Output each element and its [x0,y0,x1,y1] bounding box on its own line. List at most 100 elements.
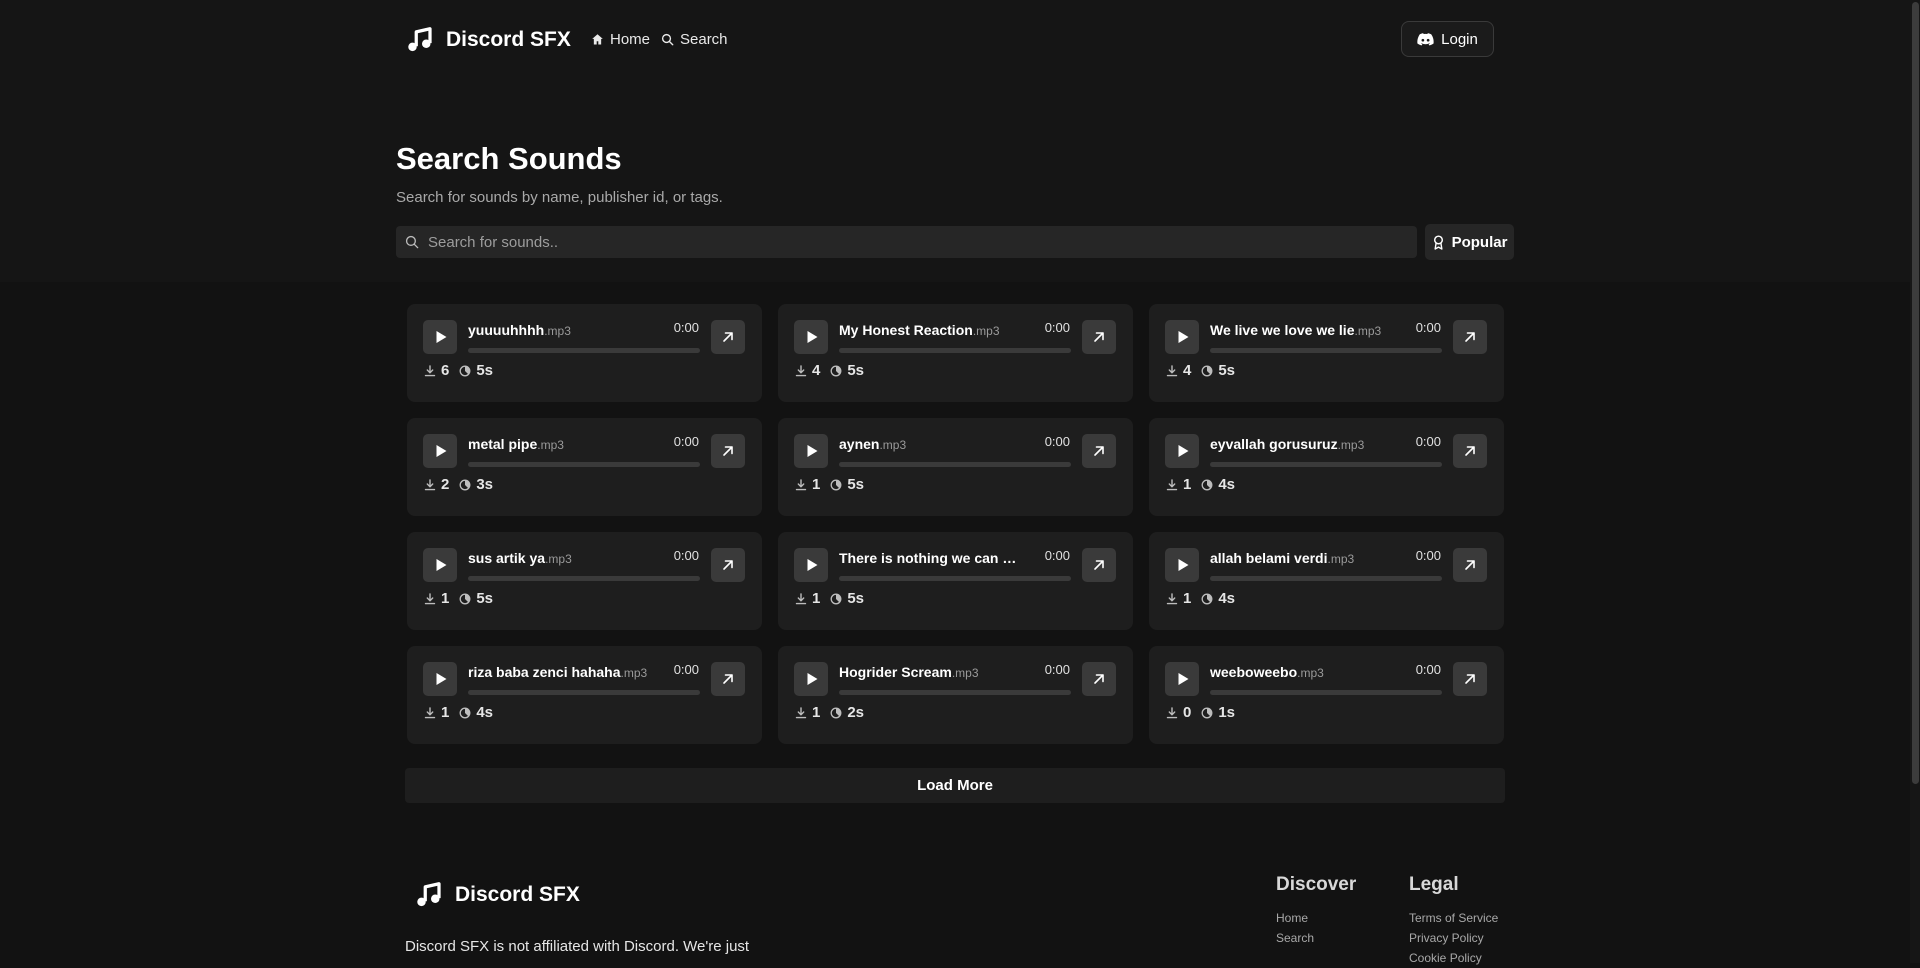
progress-bar[interactable] [839,462,1071,467]
open-sound-button[interactable] [711,434,745,468]
play-button[interactable] [794,548,828,582]
open-sound-button[interactable] [1082,662,1116,696]
timer-icon [830,365,842,376]
page-title: Search Sounds [396,141,622,176]
progress-bar[interactable] [468,576,700,581]
footer-link-cookie[interactable]: Cookie Policy [1409,948,1498,968]
progress-bar[interactable] [839,690,1071,695]
download-icon [795,478,807,490]
play-button[interactable] [794,662,828,696]
play-icon [436,559,446,571]
play-button[interactable] [423,662,457,696]
play-button[interactable] [794,434,828,468]
home-icon [592,34,603,45]
nav-home-label: Home [610,31,651,48]
popular-label: Popular [1451,233,1508,251]
nav-search[interactable]: Search [661,31,728,48]
open-sound-button[interactable] [1082,434,1116,468]
download-count: 4 [1183,362,1192,379]
progress-bar[interactable] [1210,462,1442,467]
play-button[interactable] [794,320,828,354]
sound-length: 5s [847,476,865,493]
progress-bar[interactable] [468,690,700,695]
download-count: 2 [441,476,450,493]
sound-duration: 0:00 [673,662,699,677]
sound-extension: .mp3 [879,438,907,452]
sound-card: aynen.mp3 0:00 1 5s [778,418,1133,516]
sound-title: eyvallah gorusuruz [1210,436,1338,452]
footer-link-home[interactable]: Home [1276,908,1356,928]
download-icon [795,706,807,718]
footer-discover-title: Discover [1276,874,1357,895]
sound-card: My Honest Reaction.mp3 0:00 4 5s [778,304,1133,402]
sound-name: Hogrider Scream.mp3 [839,664,1024,680]
timer-icon [1201,593,1213,604]
scrollbar-thumb[interactable] [1912,2,1919,784]
play-button[interactable] [423,320,457,354]
open-sound-button[interactable] [1453,548,1487,582]
header-logo[interactable]: Discord SFX [405,25,571,55]
music-note-icon [408,27,432,52]
play-button[interactable] [1165,662,1199,696]
open-sound-button[interactable] [711,320,745,354]
search-icon [405,235,419,249]
progress-bar[interactable] [1210,348,1442,353]
load-more-button[interactable]: Load More [405,768,1505,803]
sound-title: allah belami verdi [1210,550,1328,566]
footer-link-search[interactable]: Search [1276,928,1356,948]
play-icon [807,331,817,343]
footer-logo[interactable]: Discord SFX [414,880,580,910]
sound-extension: .mp3 [1354,324,1382,338]
sound-duration: 0:00 [673,320,699,335]
progress-bar[interactable] [839,576,1071,581]
progress-bar[interactable] [468,348,700,353]
open-sound-button[interactable] [1082,320,1116,354]
arrow-up-right-icon [1094,674,1104,684]
sound-title: My Honest Reaction [839,322,973,338]
play-button[interactable] [1165,548,1199,582]
timer-icon [830,479,842,490]
sound-duration: 0:00 [1415,320,1441,335]
popular-sort-button[interactable]: Popular [1425,224,1514,260]
arrow-up-right-icon [1465,446,1475,456]
sound-stats: 4 5s [1166,362,1235,379]
play-button[interactable] [1165,320,1199,354]
sound-card: yuuuuhhhh.mp3 0:00 6 5s [407,304,762,402]
sound-extension: .mp3 [951,666,979,680]
open-sound-button[interactable] [1453,662,1487,696]
play-icon [436,673,446,685]
sound-card: riza baba zenci hahaha.mp3 0:00 1 4s [407,646,762,744]
download-count: 1 [441,590,450,607]
open-sound-button[interactable] [1082,548,1116,582]
login-button[interactable]: Login [1401,21,1494,57]
play-button[interactable] [1165,434,1199,468]
play-button[interactable] [423,434,457,468]
nav-home[interactable]: Home [591,31,650,48]
sound-stats: 1 5s [795,590,864,607]
open-sound-button[interactable] [711,548,745,582]
footer-link-terms[interactable]: Terms of Service [1409,908,1498,928]
progress-bar[interactable] [839,348,1071,353]
sound-name: sus artik ya.mp3 [468,550,653,566]
scrollbar[interactable] [1910,0,1920,963]
download-count: 1 [812,590,821,607]
sound-title: weeboweebo [1210,664,1298,680]
progress-bar[interactable] [468,462,700,467]
open-sound-button[interactable] [1453,434,1487,468]
progress-bar[interactable] [1210,690,1442,695]
search-bar[interactable] [396,226,1417,258]
search-input[interactable] [428,227,1417,257]
sound-title: sus artik ya [468,550,546,566]
sound-stats: 6 5s [424,362,493,379]
progress-bar[interactable] [1210,576,1442,581]
footer-link-privacy[interactable]: Privacy Policy [1409,928,1498,948]
download-count: 1 [1183,476,1192,493]
arrow-up-right-icon [723,560,733,570]
download-count: 1 [1183,590,1192,607]
open-sound-button[interactable] [711,662,745,696]
footer-legal-title: Legal [1409,874,1459,895]
sound-name: yuuuuhhhh.mp3 [468,322,653,338]
play-button[interactable] [423,548,457,582]
open-sound-button[interactable] [1453,320,1487,354]
sound-card: weeboweebo.mp3 0:00 0 1s [1149,646,1504,744]
